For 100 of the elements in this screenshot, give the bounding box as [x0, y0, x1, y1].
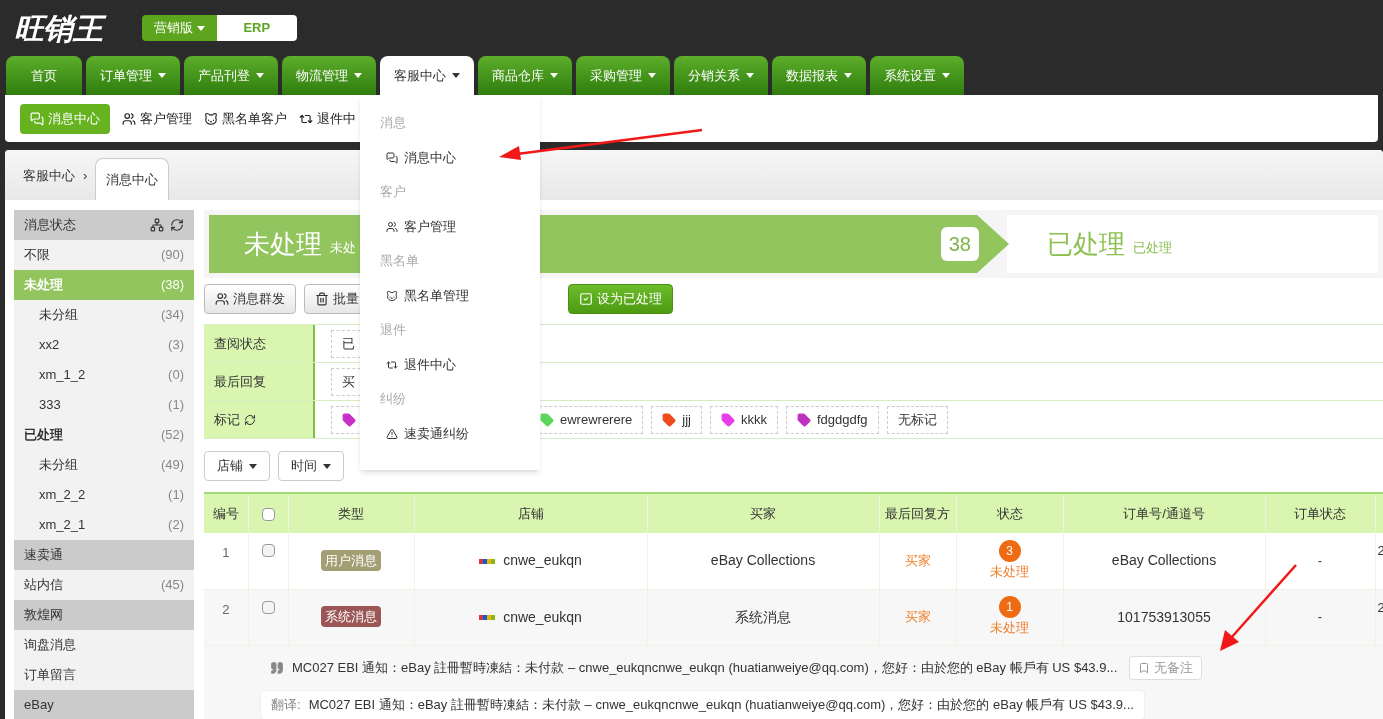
nav-tab[interactable]: 系统设置: [870, 56, 964, 95]
row-checkbox[interactable]: [261, 600, 275, 614]
sidebar-item[interactable]: 站内信 (45): [14, 570, 194, 600]
caret-icon: [249, 463, 257, 469]
status-text: 未处理: [990, 563, 1029, 581]
trash-icon: [315, 292, 329, 306]
filter-label: 最后回复: [214, 372, 266, 391]
sidebar-item[interactable]: 333 (1): [14, 390, 194, 420]
type-badge: 用户消息: [321, 550, 381, 571]
users-icon: [215, 292, 229, 306]
last-reply: 买家: [904, 609, 931, 625]
menu-item[interactable]: 消息中心: [360, 133, 540, 182]
bookmark-icon: [1138, 661, 1151, 674]
sidebar-item[interactable]: 询盘消息: [14, 630, 194, 660]
toolbar-button[interactable]: 消息群发: [204, 284, 296, 314]
menu-section-title: 消息: [379, 114, 407, 132]
translation-box: 翻译: MC027 EBI 通知：eBay 註冊暫時凍結：未付款 – cnwe_eukqncnwe_eukqn (huatianweiye@qq.com)，您好：由於您的 eBay 帳戶有 US $43.9...: [260, 689, 1145, 719]
column-header: 订单状态: [1265, 493, 1375, 533]
column-header: 编号: [204, 493, 248, 533]
filter-option[interactable]: 无标记: [886, 405, 948, 434]
status-text: 未处理: [990, 619, 1029, 638]
check-icon: [579, 292, 593, 306]
buyer-name: 系统消息: [735, 608, 791, 625]
sidebar-item[interactable]: 已处理 (52): [14, 420, 194, 450]
sidebar-header: 敦煌网: [14, 600, 194, 630]
buyer-name: eBay Collections: [710, 552, 816, 569]
breadcrumb-separator: ›: [83, 166, 88, 185]
quote-icon: [270, 660, 284, 675]
row-checkbox[interactable]: [261, 544, 275, 557]
nav-tab[interactable]: 产品刊登: [184, 56, 278, 95]
cat-icon: [204, 111, 218, 126]
sidebar-header: 消息状态: [14, 210, 194, 240]
chat-icon: [386, 151, 398, 164]
sidebar-item[interactable]: xx2 (3): [14, 330, 194, 360]
tag-option[interactable]: jjj: [651, 405, 702, 434]
dropdown-button[interactable]: 时间: [278, 451, 344, 481]
order-status: -: [1317, 553, 1323, 568]
ebay-logo-icon: [479, 613, 496, 621]
nav-tab[interactable]: 数据报表: [772, 56, 866, 95]
dropdown-button[interactable]: 店铺: [204, 451, 270, 481]
repeat-icon: [386, 358, 398, 371]
nav-tab[interactable]: 采购管理: [576, 56, 670, 95]
breadcrumb-tab[interactable]: 消息中心: [95, 158, 170, 200]
subnav-link[interactable]: 黑名单客户: [204, 103, 287, 134]
order-number: eBay Collections: [1111, 552, 1217, 569]
nav-tab[interactable]: 客服中心: [380, 56, 474, 95]
subnav-link[interactable]: 退件中: [299, 103, 356, 134]
cat-icon: [386, 289, 398, 302]
order-status: -: [1317, 609, 1323, 625]
menu-section-title: 黑名单: [379, 252, 420, 270]
nav-tab[interactable]: 物流管理: [282, 56, 376, 95]
row-number: 1: [222, 545, 230, 560]
warning-icon: [386, 427, 398, 440]
tag-option[interactable]: fdgdgdfg: [785, 405, 879, 434]
last-reply: 买家: [904, 553, 931, 568]
menu-section-title: 纠纷: [379, 390, 407, 408]
sidebar-item[interactable]: xm_2_1 (2): [14, 510, 194, 540]
refresh-icon[interactable]: [244, 413, 256, 426]
sidebar-item[interactable]: 订单留言: [14, 660, 194, 690]
ebay-logo-icon: [479, 556, 496, 565]
hierarchy-icon[interactable]: [150, 218, 164, 232]
row-number: 2: [222, 601, 230, 617]
refresh-icon[interactable]: [170, 218, 184, 232]
menu-section-title: 客户: [379, 183, 407, 201]
shop-name: cnwe_eukqn: [503, 607, 582, 627]
filter-label: 查阅状态: [214, 334, 266, 353]
nav-tab[interactable]: 订单管理: [86, 56, 180, 95]
type-badge: 系统消息: [321, 606, 381, 628]
nav-tab[interactable]: 商品仓库: [478, 56, 572, 95]
column-header: 状态: [956, 493, 1063, 533]
tag-option[interactable]: kkkk: [709, 405, 778, 434]
chat-icon: [30, 111, 44, 126]
sidebar-item[interactable]: 未分组 (34): [14, 300, 194, 330]
nav-tab[interactable]: 首页: [6, 56, 82, 95]
caret-icon: [196, 25, 205, 31]
shop-name: cnwe_eukqn: [503, 551, 582, 571]
sidebar-header: 速卖通: [14, 540, 194, 570]
count-badge: 1: [998, 596, 1021, 619]
caret-icon: [323, 463, 331, 469]
select-all-checkbox[interactable]: [261, 507, 275, 521]
column-header: 店铺: [414, 493, 647, 533]
column-header: 最后回复方: [879, 493, 956, 533]
count-badge: 3: [998, 540, 1021, 562]
nav-tab[interactable]: 分销关系: [674, 56, 768, 95]
menu-section-title: 退件: [379, 321, 407, 339]
sidebar-item[interactable]: 不限 (90): [14, 240, 194, 270]
order-number: 101753913055: [1117, 608, 1211, 625]
users-icon: [386, 220, 398, 233]
subnav-link[interactable]: 客户管理: [122, 103, 192, 134]
filter-label: 标记: [214, 410, 240, 429]
breadcrumb-link[interactable]: 客服中心: [23, 165, 75, 185]
column-header: 类型: [288, 493, 414, 533]
sidebar-item[interactable]: xm_1_2 (0): [14, 360, 194, 390]
message-text: MC027 EBI 通知：eBay 註冊暫時凍結：未付款 – cnwe_eukqncnwe_eukqn (huatianweiye@qq.com)，您好：由於您的 eBay 帳戶有 US $43.9...: [292, 658, 1118, 677]
sidebar-header: eBay: [14, 690, 194, 719]
users-icon: [122, 111, 136, 126]
sidebar-item[interactable]: xm_2_2 (1): [14, 480, 194, 510]
column-header: 订单号/通道号: [1063, 493, 1265, 533]
sidebar-item[interactable]: 未分组 (49): [14, 450, 194, 480]
column-header: 买家: [647, 493, 879, 533]
